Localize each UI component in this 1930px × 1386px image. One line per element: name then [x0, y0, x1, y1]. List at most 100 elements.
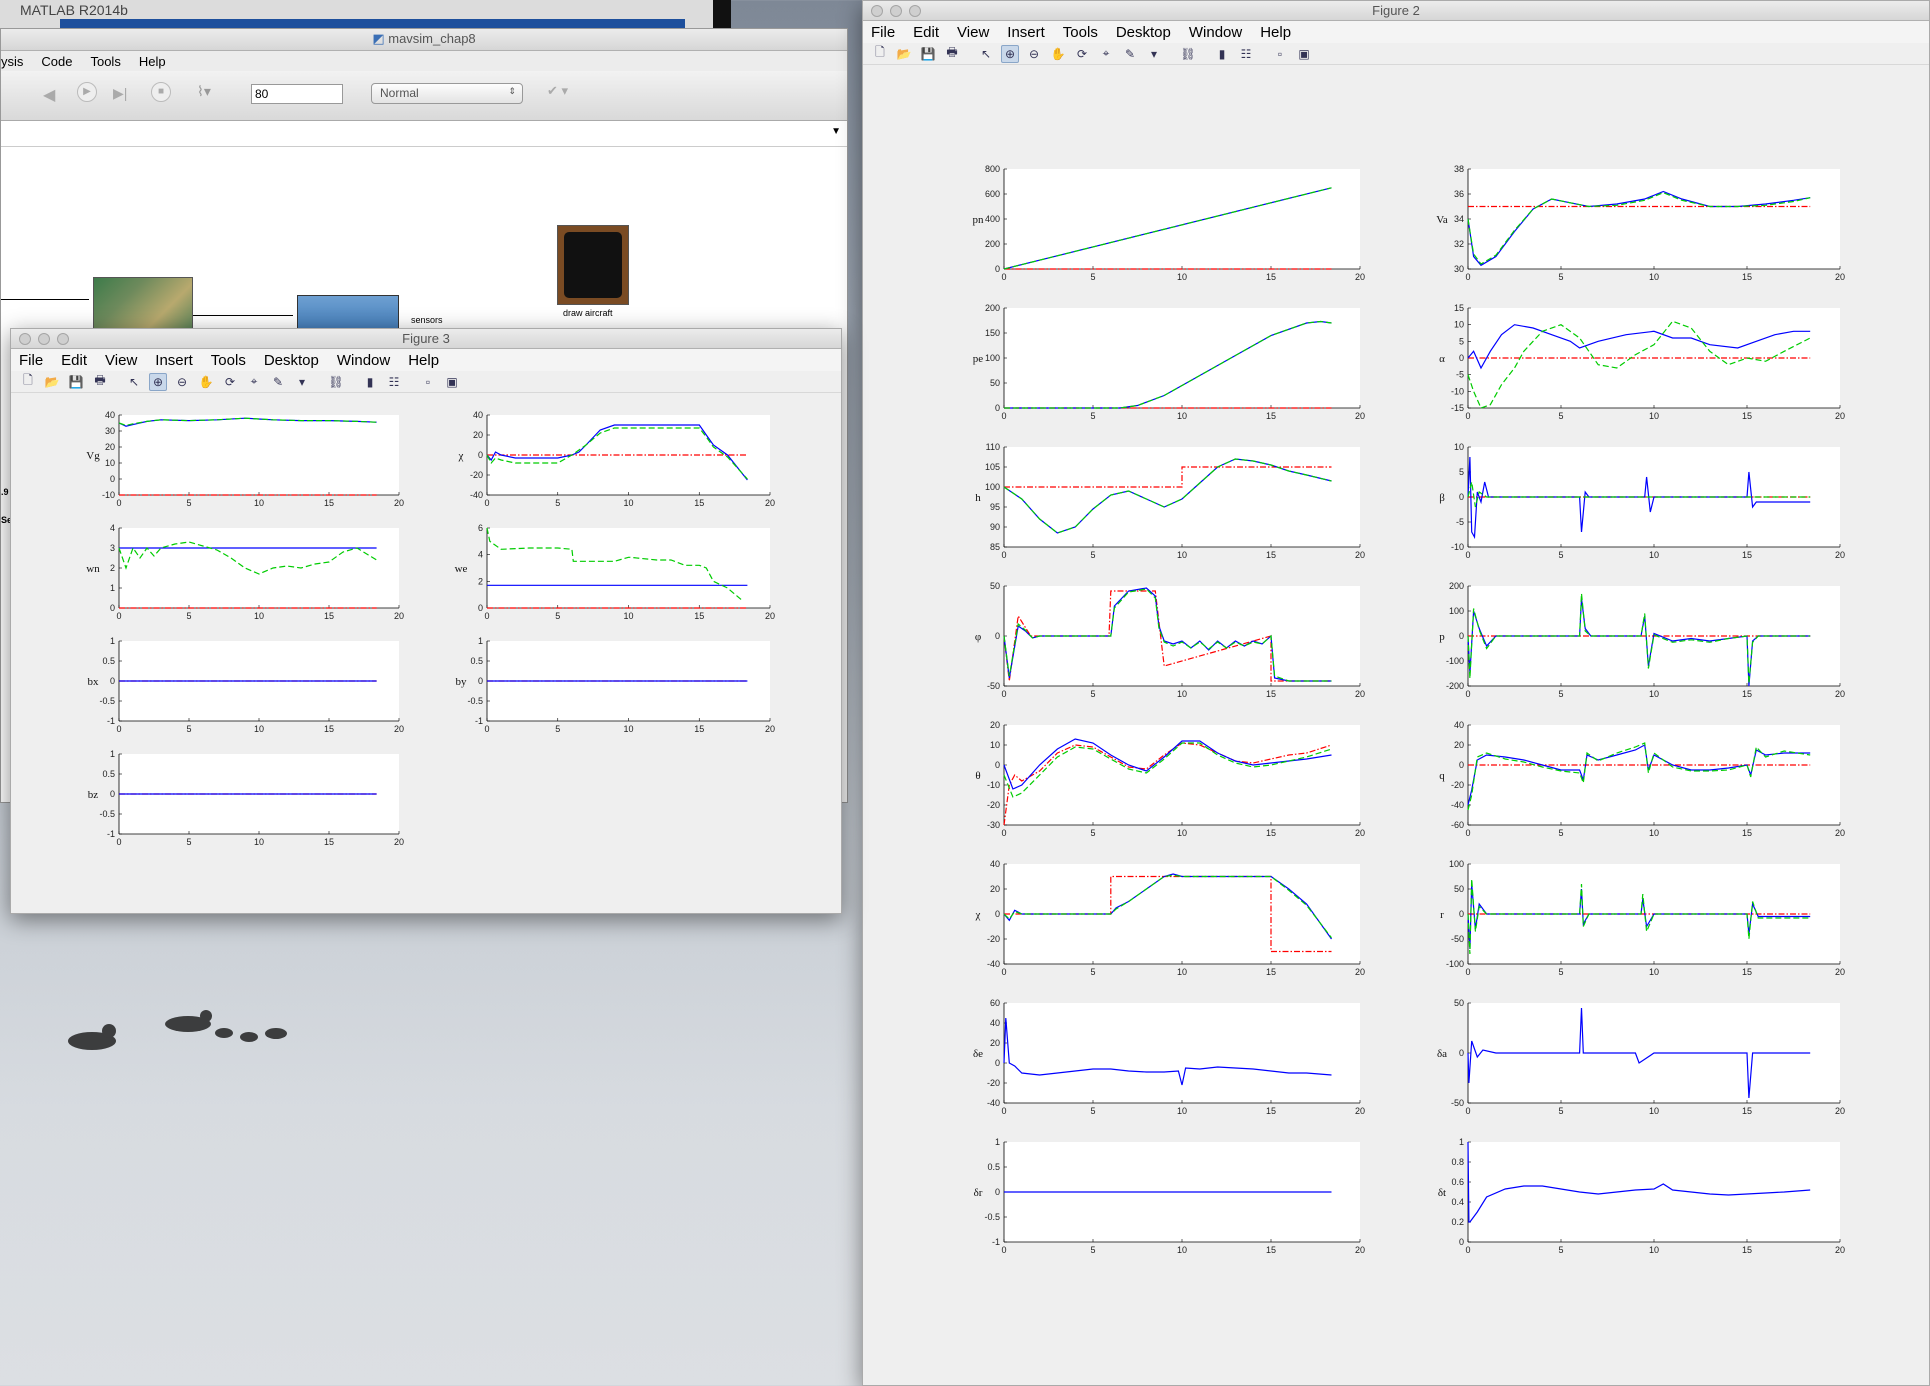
- colorbar-icon[interactable]: ▮: [1213, 45, 1231, 63]
- link-plot-icon[interactable]: ⛓: [327, 373, 345, 391]
- minimize-icon[interactable]: [38, 333, 50, 345]
- y-tick-label: 10: [1454, 320, 1464, 330]
- colorbar-icon[interactable]: ▮: [361, 373, 379, 391]
- pan-hand-icon[interactable]: ✋: [1049, 45, 1067, 63]
- chevron-down-icon[interactable]: ▼: [831, 126, 841, 137]
- stop-time-input[interactable]: [251, 84, 343, 104]
- pointer-icon[interactable]: ↖: [977, 45, 995, 63]
- menu-help[interactable]: Help: [408, 352, 439, 369]
- pointer-icon[interactable]: ↖: [125, 373, 143, 391]
- figure-2-axes[interactable]: 0 5 10 15 200200400600800pn0 5 10 15 20303234363…: [863, 67, 1929, 1386]
- menu-view[interactable]: View: [105, 352, 137, 369]
- menu-tools[interactable]: Tools: [1063, 24, 1098, 41]
- scope-icon[interactable]: ⌇▾: [197, 83, 211, 100]
- data-cursor-icon[interactable]: ⌖: [1097, 45, 1115, 63]
- y-tick-label: 200: [1449, 581, 1464, 591]
- data-cursor-icon[interactable]: ⌖: [245, 373, 263, 391]
- menu-analysis[interactable]: ysis: [1, 54, 23, 69]
- menu-help[interactable]: Help: [139, 54, 166, 69]
- menu-tools[interactable]: Tools: [211, 352, 246, 369]
- zoom-out-icon[interactable]: ⊖: [1025, 45, 1043, 63]
- close-icon[interactable]: [19, 333, 31, 345]
- y-tick-label: -0.5: [467, 696, 483, 706]
- y-axis-label: bx: [88, 676, 100, 688]
- zoom-in-icon[interactable]: ⊕: [1001, 44, 1019, 63]
- menu-file[interactable]: File: [19, 352, 43, 369]
- menu-tools[interactable]: Tools: [90, 54, 120, 69]
- y-tick-label: 0.5: [987, 1162, 1000, 1172]
- simulation-mode-select[interactable]: Normal ⇕: [371, 83, 523, 104]
- x-tick-label: 10: [1649, 967, 1659, 977]
- new-file-icon[interactable]: 🗋: [19, 373, 37, 391]
- address-bar[interactable]: ▼: [1, 121, 847, 147]
- menu-desktop[interactable]: Desktop: [264, 352, 319, 369]
- matlab-title: MATLAB R2014b: [20, 2, 128, 18]
- menu-window[interactable]: Window: [1189, 24, 1242, 41]
- maximize-icon[interactable]: [909, 5, 921, 17]
- y-tick-label: -1: [107, 716, 115, 726]
- open-folder-icon[interactable]: 📂: [43, 373, 61, 391]
- x-tick-label: 20: [1355, 828, 1365, 838]
- dropdown-icon[interactable]: ▾: [1145, 45, 1163, 63]
- minimize-icon[interactable]: [890, 5, 902, 17]
- menu-view[interactable]: View: [957, 24, 989, 41]
- x-tick-label: 5: [1090, 1245, 1095, 1255]
- x-tick-label: 5: [1558, 967, 1563, 977]
- menu-insert[interactable]: Insert: [155, 352, 193, 369]
- zoom-out-icon[interactable]: ⊖: [173, 373, 191, 391]
- dropdown-icon[interactable]: ▾: [293, 373, 311, 391]
- menu-window[interactable]: Window: [337, 352, 390, 369]
- menu-file[interactable]: File: [871, 24, 895, 41]
- save-icon[interactable]: 💾: [919, 45, 937, 63]
- window-controls: [19, 333, 69, 345]
- chart-8: 0 5 10 15 20 -30 -20 -10 0 10 20 θ: [975, 720, 1365, 838]
- hide-plot-tools-icon[interactable]: ▫: [419, 373, 437, 391]
- save-icon[interactable]: 💾: [67, 373, 85, 391]
- figure-3-axes[interactable]: 0 5 10 15 20-10010203040Vg0 5 10 15 20-40-200204…: [11, 395, 841, 915]
- menu-help[interactable]: Help: [1260, 24, 1291, 41]
- x-tick-label: 15: [1266, 689, 1276, 699]
- maximize-icon[interactable]: [57, 333, 69, 345]
- menu-insert[interactable]: Insert: [1007, 24, 1045, 41]
- x-tick-label: 20: [394, 837, 404, 847]
- brush-icon[interactable]: ✎: [269, 373, 287, 391]
- x-tick-label: 20: [1355, 689, 1365, 699]
- open-folder-icon[interactable]: 📂: [895, 45, 913, 63]
- show-plot-tools-icon[interactable]: ▣: [443, 373, 461, 391]
- close-icon[interactable]: [871, 5, 883, 17]
- y-tick-label: -10: [987, 780, 1000, 790]
- legend-icon[interactable]: ☷: [385, 373, 403, 391]
- draw-aircraft-block[interactable]: [557, 225, 629, 305]
- menu-desktop[interactable]: Desktop: [1116, 24, 1171, 41]
- print-icon[interactable]: 🖶: [943, 45, 961, 63]
- rotate-icon[interactable]: ⟳: [221, 373, 239, 391]
- y-tick-label: 0: [995, 909, 1000, 919]
- run-icon[interactable]: ▶: [77, 82, 97, 102]
- link-plot-icon[interactable]: ⛓: [1179, 45, 1197, 63]
- legend-icon[interactable]: ☷: [1237, 45, 1255, 63]
- x-tick-label: 15: [324, 724, 334, 734]
- rotate-icon[interactable]: ⟳: [1073, 45, 1091, 63]
- y-tick-label: 0.5: [102, 656, 115, 666]
- x-tick-label: 5: [1558, 550, 1563, 560]
- x-tick-label: 0: [1001, 967, 1006, 977]
- step-forward-icon[interactable]: ▶|: [113, 85, 127, 102]
- back-icon[interactable]: ◀: [43, 85, 55, 105]
- new-file-icon[interactable]: 🗋: [871, 45, 889, 63]
- x-tick-label: 10: [1177, 967, 1187, 977]
- menu-edit[interactable]: Edit: [913, 24, 939, 41]
- stop-icon[interactable]: ■: [151, 82, 171, 102]
- check-icon[interactable]: ✔ ▾: [547, 83, 568, 99]
- x-tick-label: 10: [623, 724, 633, 734]
- x-tick-label: 5: [1090, 828, 1095, 838]
- brush-icon[interactable]: ✎: [1121, 45, 1139, 63]
- hide-plot-tools-icon[interactable]: ▫: [1271, 45, 1289, 63]
- print-icon[interactable]: 🖶: [91, 373, 109, 391]
- pan-hand-icon[interactable]: ✋: [197, 373, 215, 391]
- y-tick-label: 30: [105, 426, 115, 436]
- zoom-in-icon[interactable]: ⊕: [149, 372, 167, 391]
- menu-edit[interactable]: Edit: [61, 352, 87, 369]
- show-plot-tools-icon[interactable]: ▣: [1295, 45, 1313, 63]
- menu-code[interactable]: Code: [41, 54, 72, 69]
- y-tick-label: -1: [107, 829, 115, 839]
